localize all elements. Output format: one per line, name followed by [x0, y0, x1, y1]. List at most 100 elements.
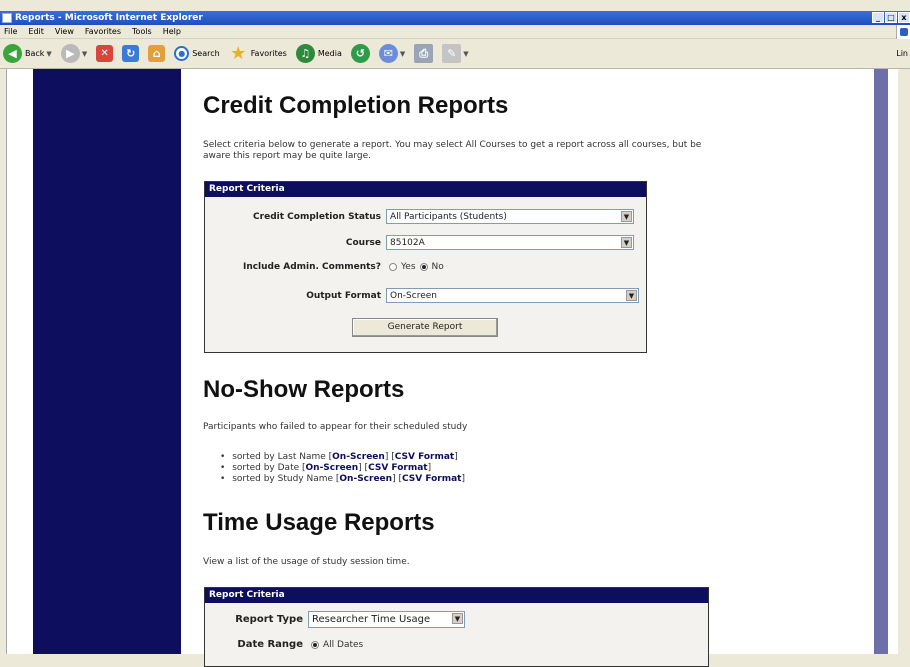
menu-view[interactable]: View [55, 27, 74, 36]
stop-icon: ✕ [96, 45, 114, 62]
menu-favorites[interactable]: Favorites [85, 27, 121, 36]
right-sidebar [874, 69, 888, 654]
item-text: ] [ [358, 463, 369, 473]
credit-completion-heading: Credit Completion Reports [203, 92, 509, 119]
item-text: sorted by Last Name [ [232, 452, 333, 462]
search-button[interactable]: ● Search [174, 46, 220, 61]
on-screen-link[interactable]: On-Screen [339, 474, 392, 484]
format-label: Output Format [306, 290, 381, 301]
links-label[interactable]: Lin [896, 49, 908, 58]
report-type-select[interactable]: Researcher Time Usage ▼ [308, 611, 465, 628]
chevron-down-icon: ▼ [463, 49, 469, 58]
yes-radio[interactable] [389, 263, 397, 271]
no-label: No [431, 262, 444, 272]
all-dates-label: All Dates [323, 639, 364, 650]
back-button[interactable]: ◀ Back ▼ [3, 44, 52, 63]
comments-label: Include Admin. Comments? [242, 262, 381, 272]
window-left-edge [0, 69, 7, 654]
ie-app-icon [2, 13, 12, 23]
chevron-down-icon: ▼ [46, 49, 52, 58]
window-title-bar: Reports - Microsoft Internet Explorer _ … [0, 11, 910, 25]
chevron-down-icon: ▼ [626, 290, 637, 301]
item-text: sorted by Date [ [232, 463, 306, 473]
on-screen-link[interactable]: On-Screen [332, 452, 385, 462]
csv-format-link[interactable]: CSV Format [395, 452, 455, 462]
credit-description-line: Select criteria below to generate a repo… [203, 140, 702, 150]
printer-icon: ⎙ [414, 44, 434, 63]
forward-button[interactable]: ▶ ▼ [60, 44, 88, 63]
close-button[interactable]: x [898, 12, 910, 23]
list-item: sorted by Study Name [On-Screen] [CSV Fo… [228, 474, 465, 485]
edit-icon: ✎ [442, 44, 462, 63]
favorites-button[interactable]: ★ Favorites [229, 43, 287, 64]
format-select[interactable]: On-Screen ▼ [386, 288, 639, 303]
status-value: All Participants (Students) [390, 211, 507, 222]
status-select[interactable]: All Participants (Students) ▼ [386, 209, 634, 224]
left-sidebar [33, 69, 181, 654]
report-type-label: Report Type [235, 614, 303, 625]
item-text: ] [ [392, 474, 402, 484]
all-dates-radio[interactable] [311, 640, 319, 649]
stop-button[interactable]: ✕ [96, 45, 114, 62]
csv-format-link[interactable]: CSV Format [368, 463, 428, 473]
scrollbar[interactable] [898, 69, 910, 654]
csv-format-link[interactable]: CSV Format [402, 474, 462, 484]
item-text: ] [427, 463, 432, 473]
minimize-button[interactable]: _ [872, 12, 884, 23]
no-radio[interactable] [419, 263, 428, 271]
search-icon: ● [174, 46, 190, 61]
home-icon: ⌂ [148, 45, 166, 62]
search-label: Search [192, 49, 220, 58]
date-range-label: Date Range [237, 639, 303, 650]
item-text: ] [454, 452, 458, 462]
maximize-button[interactable]: □ [885, 12, 897, 23]
credit-description-line: aware this report may be quite large. [203, 151, 372, 161]
refresh-icon: ↻ [122, 45, 140, 62]
chevron-down-icon: ▼ [621, 237, 632, 248]
report-type-row: Report Type Researcher Time Usage ▼ [205, 611, 465, 628]
window-title: Reports - Microsoft Internet Explorer [15, 13, 203, 23]
yes-label: Yes [401, 262, 416, 272]
forward-arrow-icon: ▶ [60, 44, 80, 63]
favorites-label: Favorites [250, 49, 287, 58]
menu-bar: File Edit View Favorites Tools Help [0, 25, 910, 39]
windows-logo-icon [896, 25, 910, 39]
back-arrow-icon: ◀ [3, 44, 22, 63]
menu-file[interactable]: File [4, 27, 17, 36]
generate-report-button[interactable]: Generate Report [352, 318, 498, 337]
report-type-value: Researcher Time Usage [312, 614, 431, 625]
item-text: ] [ [384, 452, 395, 462]
mail-button[interactable]: ✉ ▼ [378, 44, 405, 63]
format-value: On-Screen [390, 290, 437, 301]
media-button[interactable]: ♫ Media [295, 44, 342, 63]
panel-title: Report Criteria [205, 588, 708, 603]
print-button[interactable]: ⎙ [414, 44, 434, 63]
format-row: Output Format On-Screen ▼ [205, 288, 639, 303]
star-icon: ★ [230, 43, 247, 64]
date-range-radio-group: All Dates [311, 640, 363, 650]
menu-edit[interactable]: Edit [28, 27, 44, 36]
refresh-button[interactable]: ↻ [122, 45, 140, 62]
course-row: Course 85102A ▼ [205, 235, 634, 250]
chevron-down-icon: ▼ [452, 613, 463, 624]
menu-help[interactable]: Help [163, 27, 181, 36]
home-button[interactable]: ⌂ [148, 45, 166, 62]
list-item: sorted by Last Name [On-Screen] [CSV For… [228, 452, 465, 463]
no-show-heading: No-Show Reports [203, 376, 405, 403]
edit-button[interactable]: ✎ ▼ [442, 44, 469, 63]
history-button[interactable]: ↺ [350, 44, 370, 63]
course-select[interactable]: 85102A ▼ [386, 235, 634, 250]
item-text: ] [461, 474, 465, 484]
status-row: Credit Completion Status All Participant… [205, 209, 634, 224]
time-criteria-panel: Report Criteria Report Type Researcher T… [204, 587, 709, 667]
menu-tools[interactable]: Tools [132, 27, 152, 36]
course-value: 85102A [390, 237, 425, 248]
item-text: sorted by Study Name [ [232, 474, 340, 484]
status-label: Credit Completion Status [253, 211, 381, 222]
credit-criteria-panel: Report Criteria Credit Completion Status… [204, 181, 647, 353]
window-controls: _ □ x [872, 12, 910, 23]
chevron-down-icon: ▼ [81, 49, 88, 58]
time-usage-description: View a list of the usage of study sessio… [203, 557, 410, 567]
media-icon: ♫ [295, 44, 315, 63]
on-screen-link[interactable]: On-Screen [306, 463, 359, 473]
